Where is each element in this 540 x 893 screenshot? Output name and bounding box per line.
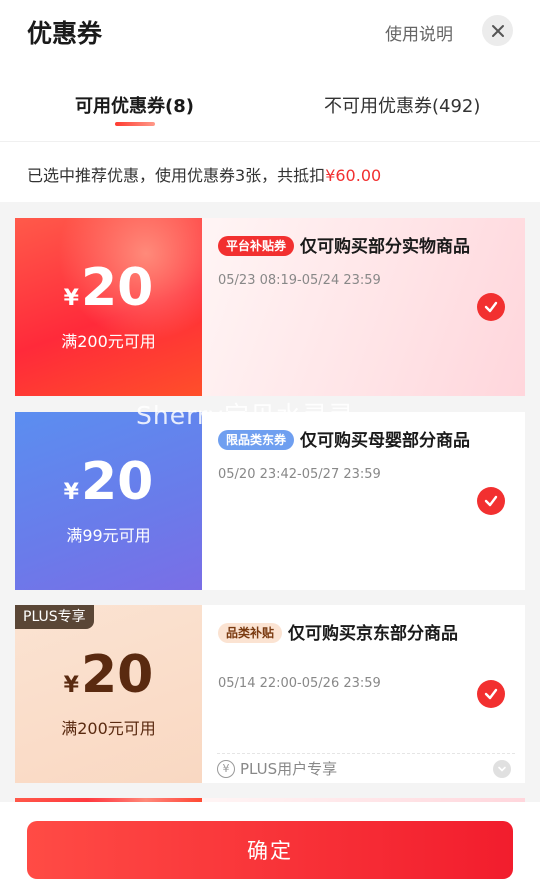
expand-button[interactable] [493,760,511,778]
coupon-tabs: 可用优惠券(8) 不可用优惠券(492) [0,78,540,142]
tab-unavailable[interactable]: 不可用优惠券(492) [324,92,480,118]
coupon-details: 限品类东券 仅可购买母婴部分商品 05/20 23:42-05/27 23:59 [202,412,525,590]
active-tab-indicator [115,122,155,126]
coupon-price: ¥ 20 [64,456,154,508]
coupon-tag: 限品类东券 [218,430,295,450]
usage-instructions-link[interactable]: 使用说明 [385,20,453,45]
sheet-header: 优惠券 使用说明 [0,0,540,70]
coupon-validity: 05/14 22:00-05/26 23:59 [218,676,381,692]
coupon-select-checkbox[interactable] [477,487,505,515]
coupon-title-line: 平台补贴券 仅可购买部分实物商品 [218,234,509,261]
coupon-price: ¥ 20 [64,649,154,701]
coupon-list[interactable]: ¥ 20 满200元可用 平台补贴券 仅可购买部分实物商品 05/23 08:19… [0,202,540,802]
coupon-card[interactable]: PLUS专享 ¥ 20 满200元可用 品类补贴 仅可购买京东部分商品 05/14… [15,605,525,783]
currency-symbol: ¥ [63,673,79,698]
coupon-details: 品类补贴 仅可购买京东部分商品 05/14 22:00-05/26 23:59 ¥… [202,605,525,783]
checkmark-icon [484,495,498,507]
summary-text: 已选中推荐优惠，使用优惠券3张，共抵扣 [27,166,326,185]
plus-note-row: ¥ PLUS用户专享 [217,753,515,783]
discount-amount: ¥60.00 [325,166,382,185]
close-button[interactable] [482,15,513,46]
coupon-title-line: 品类补贴 仅可购买京东部分商品 [218,621,509,648]
confirm-button[interactable]: 确定 [27,821,513,879]
coupon-price: ¥ 20 [64,262,154,314]
coupon-card[interactable]: ¥ 20 满99元可用 限品类东券 仅可购买母婴部分商品 05/20 23:42-… [15,412,525,590]
checkmark-icon [484,688,498,700]
footer: 确定 [0,802,540,893]
coupon-select-checkbox[interactable] [477,680,505,708]
coupon-condition: 满200元可用 [61,719,156,738]
coupon-value: 20 [80,258,154,318]
tab-available[interactable]: 可用优惠券(8) [75,92,194,118]
coupon-condition: 满200元可用 [61,332,156,351]
close-icon [491,24,504,37]
coupon-value-stub: PLUS专享 ¥ 20 满200元可用 [15,605,202,783]
coupon-title: 仅可购买部分实物商品 [300,237,471,257]
coupon-tag: 平台补贴券 [218,236,295,256]
coupon-value-stub: ¥ 20 满99元可用 [15,412,202,590]
coupon-value: 20 [80,645,154,705]
chevron-down-icon [498,766,506,772]
coupon-details: 平台补贴券 仅可购买部分实物商品 05/23 08:19-05/24 23:59 [202,218,525,396]
page-title: 优惠券 [27,19,103,48]
coupon-validity: 05/20 23:42-05/27 23:59 [218,467,381,483]
plus-note: PLUS用户专享 [240,760,338,778]
coupon-validity: 05/23 08:19-05/24 23:59 [218,273,381,289]
coupon-title: 仅可购买京东部分商品 [288,624,459,644]
yen-circle-icon: ¥ [217,759,235,778]
coupon-value-stub: ¥ 20 满200元可用 [15,218,202,396]
coupon-title-line: 限品类东券 仅可购买母婴部分商品 [218,428,509,455]
checkmark-icon [484,301,498,313]
coupon-title: 仅可购买母婴部分商品 [300,431,471,451]
selection-summary: 已选中推荐优惠，使用优惠券3张，共抵扣¥60.00 [27,162,381,186]
coupon-value: 20 [80,452,154,512]
coupon-card[interactable]: ¥ 20 满200元可用 平台补贴券 仅可购买部分实物商品 05/23 08:19… [15,218,525,396]
coupon-select-checkbox[interactable] [477,293,505,321]
currency-symbol: ¥ [63,480,79,505]
coupon-tag: 品类补贴 [218,623,283,643]
plus-exclusive-badge: PLUS专享 [15,605,94,629]
currency-symbol: ¥ [63,286,79,311]
coupon-condition: 满99元可用 [66,526,151,545]
